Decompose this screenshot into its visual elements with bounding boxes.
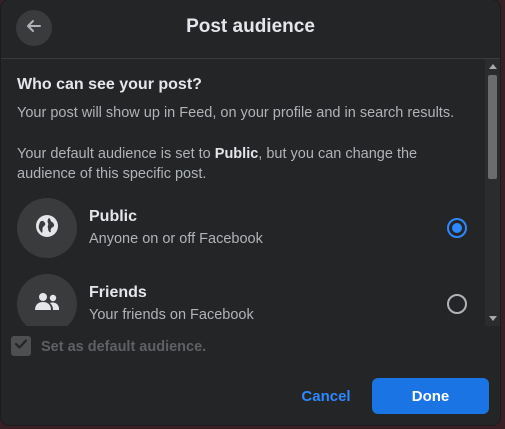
cancel-button[interactable]: Cancel [289, 378, 363, 414]
post-audience-dialog: Post audience Who can see your post? You… [1, 0, 500, 425]
option-title: Public [89, 208, 138, 225]
vertical-scrollbar[interactable] [485, 59, 500, 326]
set-default-label: Set as default audience. [41, 339, 207, 355]
scroll-up-arrow-icon[interactable] [489, 64, 497, 69]
scrollbar-thumb[interactable] [488, 75, 497, 179]
set-default-row[interactable]: Set as default audience. [1, 326, 500, 368]
scroll-down-arrow-icon[interactable] [489, 316, 497, 321]
default-audience-note: Your default audience is set to Public, … [17, 144, 457, 184]
section-heading: Who can see your post? [17, 76, 202, 93]
audience-option-friends[interactable]: Friends Your friends on Facebook [1, 274, 485, 326]
done-button[interactable]: Done [372, 378, 489, 414]
globe-icon [34, 213, 60, 244]
friends-radio[interactable] [447, 294, 467, 314]
audience-scroll-area[interactable]: Who can see your post? Your post will sh… [1, 59, 485, 326]
checkmark-icon [14, 337, 28, 356]
option-subtitle: Your friends on Facebook [89, 307, 254, 323]
default-note-before: Your default audience is set to [17, 146, 215, 162]
audience-option-public[interactable]: Public Anyone on or off Facebook [1, 198, 485, 268]
set-default-checkbox[interactable] [11, 336, 31, 356]
option-icon-wrap [17, 198, 77, 258]
default-audience-value: Public [214, 146, 259, 162]
option-subtitle: Anyone on or off Facebook [89, 231, 263, 247]
section-description: Your post will show up in Feed, on your … [17, 105, 455, 121]
friends-icon [33, 291, 61, 318]
public-radio[interactable] [447, 218, 467, 238]
option-icon-wrap [17, 274, 77, 326]
dialog-header: Post audience [1, 0, 500, 59]
dialog-title: Post audience [186, 16, 315, 37]
option-title: Friends [89, 284, 147, 301]
